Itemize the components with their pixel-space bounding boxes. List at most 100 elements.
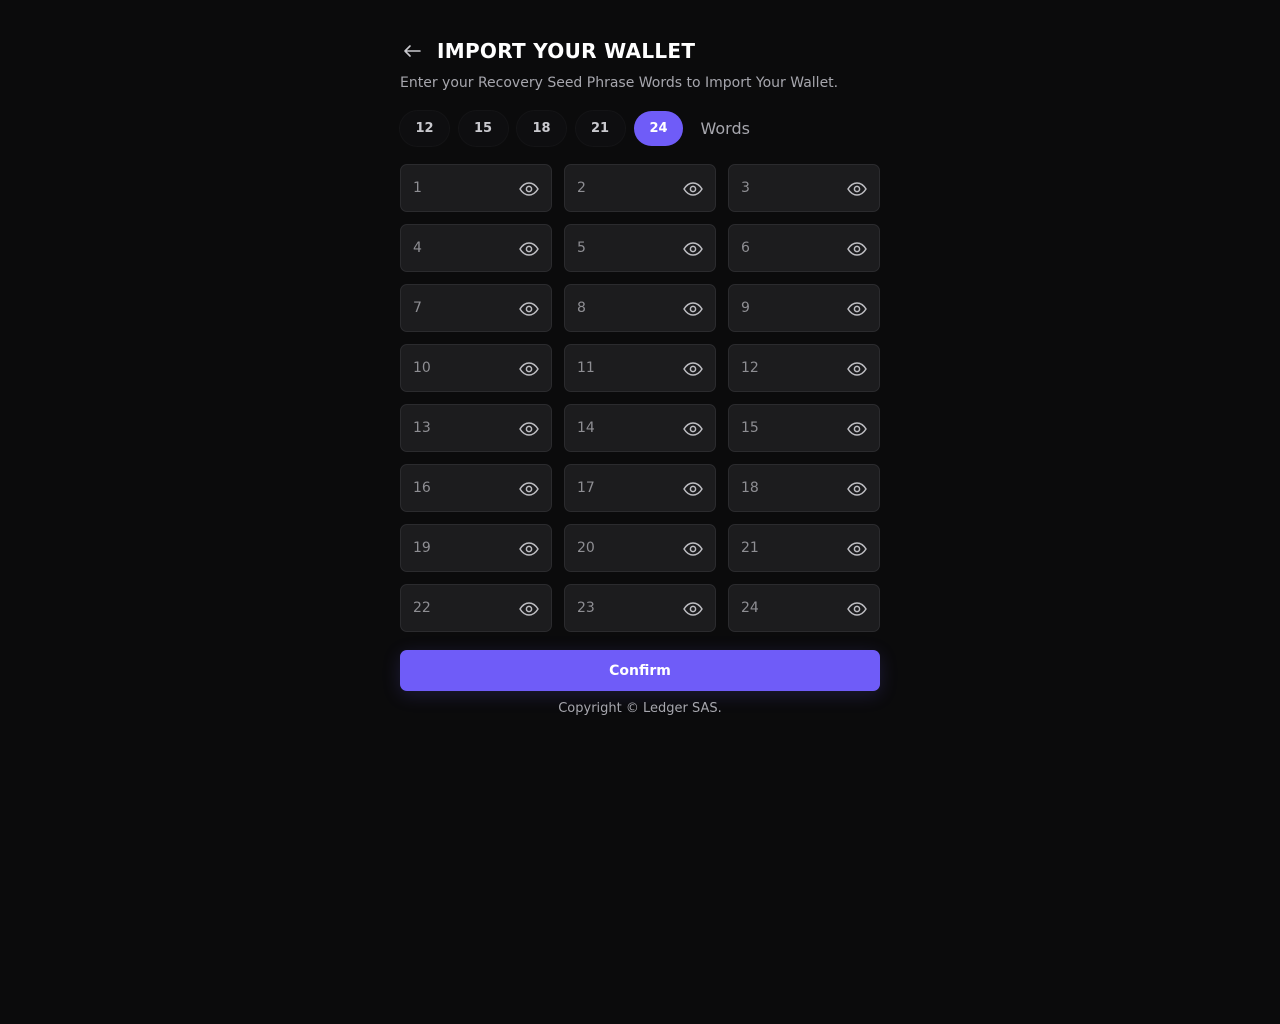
eye-icon xyxy=(519,422,539,436)
seed-word-field xyxy=(564,284,716,332)
eye-icon xyxy=(847,542,867,556)
eye-icon xyxy=(519,542,539,556)
seed-word-input[interactable] xyxy=(401,225,511,271)
word-count-12-button[interactable]: 12 xyxy=(400,111,449,146)
seed-word-input[interactable] xyxy=(729,285,839,331)
eye-icon xyxy=(847,602,867,616)
seed-word-field xyxy=(728,224,880,272)
eye-icon xyxy=(519,482,539,496)
seed-word-input[interactable] xyxy=(565,345,675,391)
seed-word-field xyxy=(400,284,552,332)
seed-word-input[interactable] xyxy=(729,465,839,511)
seed-word-input[interactable] xyxy=(729,225,839,271)
seed-word-input[interactable] xyxy=(565,585,675,631)
page-subtitle: Enter your Recovery Seed Phrase Words to… xyxy=(400,75,839,91)
seed-word-input[interactable] xyxy=(401,345,511,391)
seed-word-field xyxy=(400,224,552,272)
seed-word-input[interactable] xyxy=(729,165,839,211)
page-title: IMPORT YOUR WALLET xyxy=(437,39,696,63)
eye-icon xyxy=(519,602,539,616)
toggle-visibility-button[interactable] xyxy=(846,178,868,200)
seed-word-input[interactable] xyxy=(401,165,511,211)
seed-word-field xyxy=(564,404,716,452)
toggle-visibility-button[interactable] xyxy=(682,418,704,440)
toggle-visibility-button[interactable] xyxy=(518,298,540,320)
toggle-visibility-button[interactable] xyxy=(682,298,704,320)
toggle-visibility-button[interactable] xyxy=(846,358,868,380)
seed-word-input[interactable] xyxy=(729,525,839,571)
eye-icon xyxy=(683,542,703,556)
toggle-visibility-button[interactable] xyxy=(518,418,540,440)
seed-word-field xyxy=(564,344,716,392)
eye-icon xyxy=(847,482,867,496)
toggle-visibility-button[interactable] xyxy=(518,478,540,500)
seed-word-input[interactable] xyxy=(565,225,675,271)
seed-word-field xyxy=(728,284,880,332)
eye-icon xyxy=(683,482,703,496)
word-count-24-button[interactable]: 24 xyxy=(634,111,683,146)
toggle-visibility-button[interactable] xyxy=(846,538,868,560)
seed-word-input[interactable] xyxy=(565,165,675,211)
word-count-18-button[interactable]: 18 xyxy=(517,111,566,146)
eye-icon xyxy=(847,302,867,316)
eye-icon xyxy=(683,362,703,376)
seed-word-field xyxy=(400,344,552,392)
seed-word-grid xyxy=(400,164,880,632)
toggle-visibility-button[interactable] xyxy=(682,238,704,260)
seed-word-input[interactable] xyxy=(401,585,511,631)
seed-word-field xyxy=(400,464,552,512)
seed-word-input[interactable] xyxy=(565,285,675,331)
toggle-visibility-button[interactable] xyxy=(846,238,868,260)
eye-icon xyxy=(683,182,703,196)
back-button[interactable] xyxy=(400,39,424,63)
toggle-visibility-button[interactable] xyxy=(518,598,540,620)
toggle-visibility-button[interactable] xyxy=(846,478,868,500)
word-count-label: Words xyxy=(700,119,750,138)
seed-word-input[interactable] xyxy=(565,525,675,571)
toggle-visibility-button[interactable] xyxy=(518,178,540,200)
seed-word-field xyxy=(728,524,880,572)
seed-word-field xyxy=(400,524,552,572)
toggle-visibility-button[interactable] xyxy=(518,238,540,260)
seed-word-input[interactable] xyxy=(729,405,839,451)
eye-icon xyxy=(847,182,867,196)
word-count-selector: 12 15 18 21 24 Words xyxy=(400,111,750,146)
toggle-visibility-button[interactable] xyxy=(846,418,868,440)
toggle-visibility-button[interactable] xyxy=(682,358,704,380)
seed-word-field xyxy=(564,584,716,632)
seed-word-field xyxy=(728,584,880,632)
copyright-footer: Copyright © Ledger SAS. xyxy=(558,701,722,716)
seed-word-input[interactable] xyxy=(401,405,511,451)
seed-word-input[interactable] xyxy=(729,585,839,631)
seed-word-field xyxy=(564,164,716,212)
toggle-visibility-button[interactable] xyxy=(682,478,704,500)
seed-word-field xyxy=(400,404,552,452)
toggle-visibility-button[interactable] xyxy=(682,178,704,200)
seed-word-field xyxy=(564,524,716,572)
seed-word-field xyxy=(400,164,552,212)
toggle-visibility-button[interactable] xyxy=(518,358,540,380)
header: IMPORT YOUR WALLET xyxy=(400,38,695,64)
seed-word-input[interactable] xyxy=(565,465,675,511)
seed-word-input[interactable] xyxy=(401,285,511,331)
seed-word-input[interactable] xyxy=(401,525,511,571)
toggle-visibility-button[interactable] xyxy=(846,298,868,320)
arrow-left-icon xyxy=(404,45,421,57)
eye-icon xyxy=(519,242,539,256)
toggle-visibility-button[interactable] xyxy=(846,598,868,620)
eye-icon xyxy=(683,302,703,316)
confirm-button[interactable]: Confirm xyxy=(400,650,880,691)
seed-word-input[interactable] xyxy=(565,405,675,451)
seed-word-input[interactable] xyxy=(729,345,839,391)
eye-icon xyxy=(519,182,539,196)
toggle-visibility-button[interactable] xyxy=(518,538,540,560)
eye-icon xyxy=(847,422,867,436)
toggle-visibility-button[interactable] xyxy=(682,538,704,560)
eye-icon xyxy=(519,302,539,316)
toggle-visibility-button[interactable] xyxy=(682,598,704,620)
seed-word-field xyxy=(728,464,880,512)
word-count-15-button[interactable]: 15 xyxy=(458,111,508,146)
seed-word-input[interactable] xyxy=(401,465,511,511)
seed-word-field xyxy=(728,344,880,392)
word-count-21-button[interactable]: 21 xyxy=(575,111,625,146)
